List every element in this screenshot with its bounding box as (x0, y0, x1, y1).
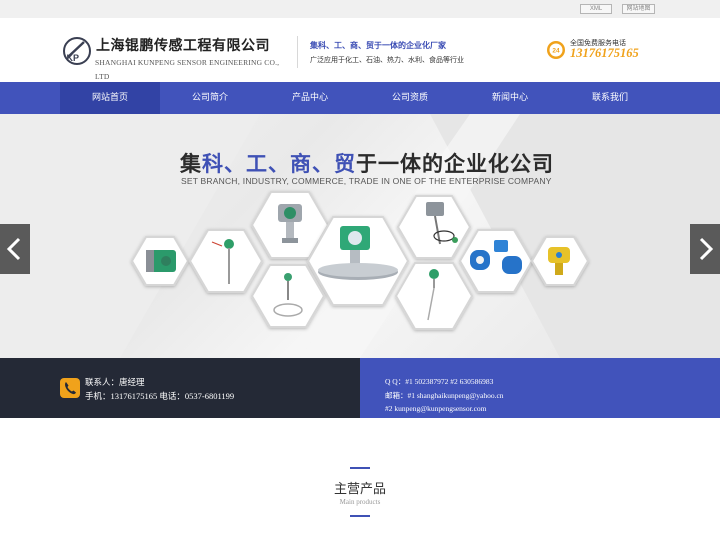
sitemap-link[interactable]: 网站地图 (622, 4, 655, 14)
svg-text:24: 24 (552, 47, 560, 54)
banner-subtitle: SET BRANCH, INDUSTRY, COMMERCE, TRADE IN… (181, 176, 552, 186)
xml-link[interactable]: XML (580, 4, 612, 14)
carousel-next-button[interactable] (690, 224, 720, 274)
svg-text:KP: KP (67, 53, 80, 63)
company-name-en: SHANGHAI KUNPENG SENSOR ENGINEERING CO.,… (95, 58, 280, 81)
nav-item-news[interactable]: 新闻中心 (460, 82, 560, 114)
header-slogan-sub: 广泛应用于化工、石油、热力、水利、食品等行业 (310, 56, 464, 64)
banner-title: 集科、工、商、贸于一体的企业化公司 (180, 152, 554, 176)
section-subtitle: Main products (339, 498, 381, 506)
carousel-prev-button[interactable] (0, 224, 30, 274)
main-nav: 网站首页 公司简介 产品中心 公司资质 新闻中心 联系我们 (0, 82, 720, 114)
contact-person: 联系人：唐经理 (85, 378, 145, 388)
header-slogan: 集科、工、商、贸于一体的企业化厂家 (310, 41, 446, 50)
section-divider-top (350, 467, 370, 469)
contact-email-2[interactable]: #2 kunpeng@kunpengsensor.com (385, 404, 486, 413)
nav-item-home[interactable]: 网站首页 (60, 82, 160, 114)
chevron-left-icon (6, 237, 21, 261)
top-utility-bar (0, 0, 720, 18)
section-title: 主营产品 (333, 482, 386, 497)
phone-icon (60, 378, 80, 398)
nav-item-qualifications[interactable]: 公司资质 (360, 82, 460, 114)
company-name-cn: 上海锟鹏传感工程有限公司 (96, 38, 270, 54)
nav-item-contact[interactable]: 联系我们 (560, 82, 660, 114)
contact-band-left (0, 358, 360, 418)
nav-item-about[interactable]: 公司简介 (160, 82, 260, 114)
hotline-number[interactable]: 13176175165 (570, 46, 639, 61)
phone-24h-icon: 24 (547, 41, 565, 59)
contact-qq: Q Q：#1 502387972 #2 630586983 (385, 377, 494, 386)
company-logo[interactable]: KP (62, 36, 92, 66)
contact-email-1[interactable]: 邮箱：#1 shanghaikunpeng@yahoo.cn (385, 390, 504, 401)
contact-phone: 手机：13176175165 电话：0537-6801199 (85, 391, 235, 401)
section-divider-bottom (350, 515, 370, 517)
header-divider (297, 36, 298, 68)
nav-item-products[interactable]: 产品中心 (260, 82, 360, 114)
chevron-right-icon (699, 237, 714, 261)
